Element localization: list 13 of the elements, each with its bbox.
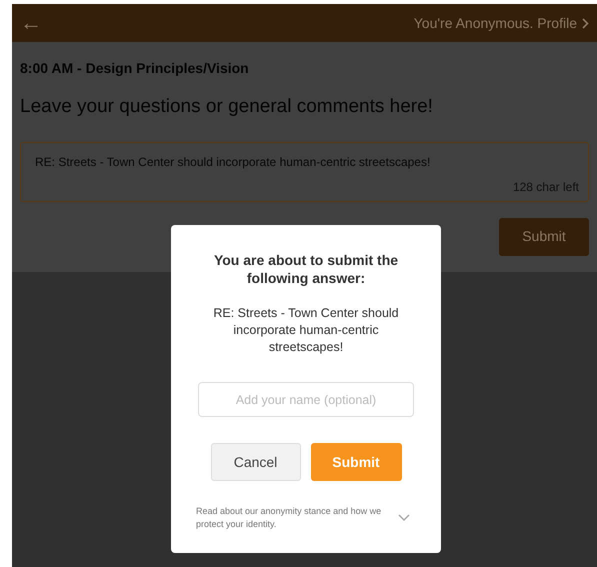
dialog-heading: You are about to submit the following answer:	[212, 251, 400, 287]
session-title: 8:00 AM - Design Principles/Vision	[20, 59, 250, 78]
submit-button[interactable]: Submit	[499, 218, 589, 256]
comment-text: RE: Streets - Town Center should incorporate human-centric streetscapes!	[35, 154, 430, 170]
chevron-down-icon[interactable]	[398, 514, 410, 522]
prompt-text: Leave your questions or general comments here!	[20, 95, 434, 119]
submit-button[interactable]: Submit	[310, 443, 402, 481]
answer-text: RE: Streets - Town Center should incorporate human-centric streetscapes!	[212, 305, 400, 356]
chevron-right-icon	[582, 18, 589, 28]
name-field[interactable]: Add your name (optional)	[198, 382, 414, 417]
cancel-button[interactable]: Cancel	[210, 443, 300, 481]
anonymity-note[interactable]: Read about our anonymity stance and how we protect your identity.	[196, 505, 392, 531]
profile-link[interactable]: You're Anonymous. Profile	[414, 12, 589, 34]
